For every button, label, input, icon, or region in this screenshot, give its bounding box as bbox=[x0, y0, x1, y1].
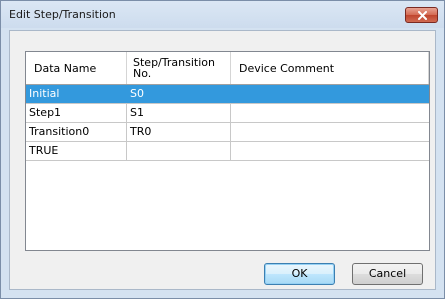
data-name-cell[interactable]: Step1 bbox=[26, 104, 127, 122]
close-icon bbox=[418, 11, 427, 20]
window-title: Edit Step/Transition bbox=[9, 8, 116, 21]
data-name-cell[interactable]: TRUE bbox=[26, 142, 127, 160]
step-no-cell[interactable]: TR0 bbox=[127, 123, 231, 141]
ok-button[interactable]: OK bbox=[264, 263, 335, 285]
table-row[interactable]: TRUE bbox=[26, 142, 429, 161]
data-name-cell[interactable]: Initial bbox=[26, 85, 127, 103]
cancel-button[interactable]: Cancel bbox=[352, 263, 423, 285]
column-header-step-transition-no[interactable]: Step/Transition No. bbox=[127, 52, 231, 84]
column-header-data-name[interactable]: Data Name bbox=[26, 52, 127, 84]
device-comment-cell[interactable] bbox=[231, 142, 429, 160]
table-row[interactable]: Transition0 TR0 bbox=[26, 123, 429, 142]
device-comment-cell[interactable] bbox=[231, 104, 429, 122]
device-comment-cell[interactable] bbox=[231, 85, 429, 103]
title-bar[interactable]: Edit Step/Transition bbox=[1, 1, 444, 28]
table-row[interactable]: Initial S0 bbox=[26, 85, 429, 104]
step-no-cell[interactable]: S1 bbox=[127, 104, 231, 122]
close-button[interactable] bbox=[405, 7, 438, 23]
step-transition-grid: Data Name Step/Transition No. Device Com… bbox=[25, 51, 430, 251]
column-header-device-comment[interactable]: Device Comment bbox=[231, 52, 429, 84]
dialog-body: Data Name Step/Transition No. Device Com… bbox=[9, 30, 436, 290]
step-no-cell[interactable] bbox=[127, 142, 231, 160]
grid-header: Data Name Step/Transition No. Device Com… bbox=[26, 52, 429, 85]
edit-step-transition-dialog: Edit Step/Transition Data Name Step/Tran… bbox=[0, 0, 445, 299]
data-name-cell[interactable]: Transition0 bbox=[26, 123, 127, 141]
table-row[interactable]: Step1 S1 bbox=[26, 104, 429, 123]
step-no-cell[interactable]: S0 bbox=[127, 85, 231, 103]
device-comment-cell[interactable] bbox=[231, 123, 429, 141]
